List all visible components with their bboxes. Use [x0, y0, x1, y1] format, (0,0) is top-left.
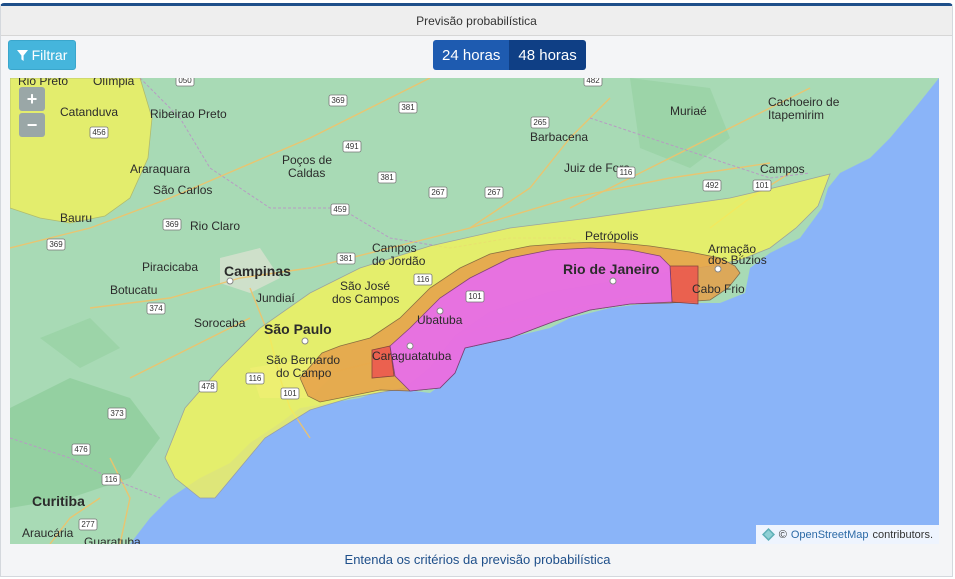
map-attribution: © OpenStreetMap contributors. — [755, 525, 939, 544]
panel-title-text: Previsão probabilística — [416, 13, 537, 28]
city-marker — [301, 337, 309, 345]
city-marker — [609, 277, 617, 285]
criteria-link[interactable]: Entenda os critérios da previsão probabi… — [0, 552, 955, 567]
openstreetmap-link[interactable]: OpenStreetMap — [791, 529, 869, 541]
city-label: Botucatu — [110, 283, 157, 297]
highway-shield: 101 — [468, 292, 482, 301]
zoom-out-button[interactable]: − — [19, 113, 45, 137]
city-label: Muriaé — [670, 104, 707, 118]
city-label: São Bernardo — [266, 353, 340, 367]
highway-shield: 492 — [705, 181, 719, 190]
map-canvas[interactable]: Rio Preto Olímpia Catanduva Ribeirao Pre… — [10, 78, 939, 544]
city-label: São Carlos — [153, 183, 212, 197]
city-label: Poços de — [282, 153, 332, 167]
highway-shield: 116 — [417, 275, 430, 284]
filter-button[interactable]: Filtrar — [8, 40, 76, 70]
highway-shield: 476 — [74, 445, 88, 454]
leaflet-logo-icon — [761, 528, 775, 541]
city-label: Piracicaba — [142, 260, 198, 274]
city-label: Petrópolis — [585, 229, 638, 243]
toggle-24h[interactable]: 24 horas — [433, 40, 510, 70]
city-label: São José — [340, 279, 390, 293]
city-label: Jundiaí — [256, 291, 295, 305]
highway-shield: 101 — [755, 181, 769, 190]
toggle-48h[interactable]: 48 horas — [509, 40, 586, 70]
map-view[interactable]: Rio Preto Olímpia Catanduva Ribeirao Pre… — [10, 78, 939, 544]
highway-shield: 277 — [81, 520, 95, 529]
highway-shield: 050 — [178, 78, 192, 85]
attribution-prefix: © — [778, 528, 787, 541]
highway-shield: 116 — [105, 475, 118, 484]
highway-shield: 478 — [201, 382, 215, 391]
filter-icon — [16, 49, 28, 61]
highway-shield: 381 — [380, 173, 394, 182]
highway-shield: 491 — [345, 142, 359, 151]
city-label: Itapemirim — [768, 108, 824, 122]
city-label: Curitiba — [32, 493, 85, 509]
city-marker — [714, 265, 722, 273]
city-label: Campos — [760, 162, 805, 176]
city-label: Bauru — [60, 211, 92, 225]
filter-button-label: Filtrar — [31, 47, 68, 63]
city-label: Ribeirao Preto — [150, 107, 227, 121]
highway-shield: 101 — [283, 389, 297, 398]
highway-shield: 369 — [331, 96, 345, 105]
city-label: dos Búzios — [708, 253, 767, 267]
city-label: Cachoeiro de — [768, 95, 840, 109]
city-label: Catanduva — [60, 105, 118, 119]
highway-shield: 116 — [249, 374, 262, 383]
highway-shield: 267 — [487, 188, 501, 197]
city-label: São Paulo — [264, 321, 332, 337]
city-label: do Jordão — [372, 254, 426, 268]
city-label: Ubatuba — [417, 313, 463, 327]
city-label: Campinas — [224, 263, 291, 279]
period-toggle: 24 horas 48 horas — [433, 40, 586, 70]
city-label: Caldas — [288, 166, 325, 180]
highway-shield: 374 — [149, 304, 163, 313]
city-label: Caraguatatuba — [372, 349, 452, 363]
city-label: Guaratuba — [84, 535, 141, 544]
city-label: Olímpia — [93, 78, 135, 88]
zoom-in-button[interactable]: + — [19, 87, 45, 111]
highway-shield: 456 — [92, 128, 106, 137]
attribution-suffix: contributors. — [872, 528, 933, 541]
highway-shield: 116 — [620, 168, 633, 177]
city-label: Sorocaba — [194, 316, 246, 330]
city-label: Campos — [372, 241, 417, 255]
highway-shield: 381 — [401, 103, 415, 112]
highway-shield: 373 — [110, 409, 124, 418]
city-label: Araucária — [22, 526, 74, 540]
highway-shield: 267 — [431, 188, 445, 197]
city-label: Rio de Janeiro — [563, 261, 659, 277]
city-label: do Campo — [276, 366, 332, 380]
zoom-controls: + − — [19, 87, 45, 137]
city-label: Cabo Frio — [692, 282, 745, 296]
highway-shield: 381 — [339, 254, 353, 263]
city-label: Araraquara — [130, 162, 190, 176]
city-label: Rio Claro — [190, 219, 240, 233]
city-label: dos Campos — [332, 292, 399, 306]
panel-title: Previsão probabilística — [1, 6, 952, 36]
highway-shield: 369 — [165, 220, 179, 229]
city-marker — [226, 277, 234, 285]
highway-shield: 265 — [533, 118, 547, 127]
city-marker — [406, 342, 414, 350]
highway-shield: 459 — [333, 205, 347, 214]
city-label: Barbacena — [530, 130, 588, 144]
highway-shield: 482 — [586, 78, 600, 85]
highway-shield: 369 — [49, 240, 63, 249]
city-marker — [436, 307, 444, 315]
